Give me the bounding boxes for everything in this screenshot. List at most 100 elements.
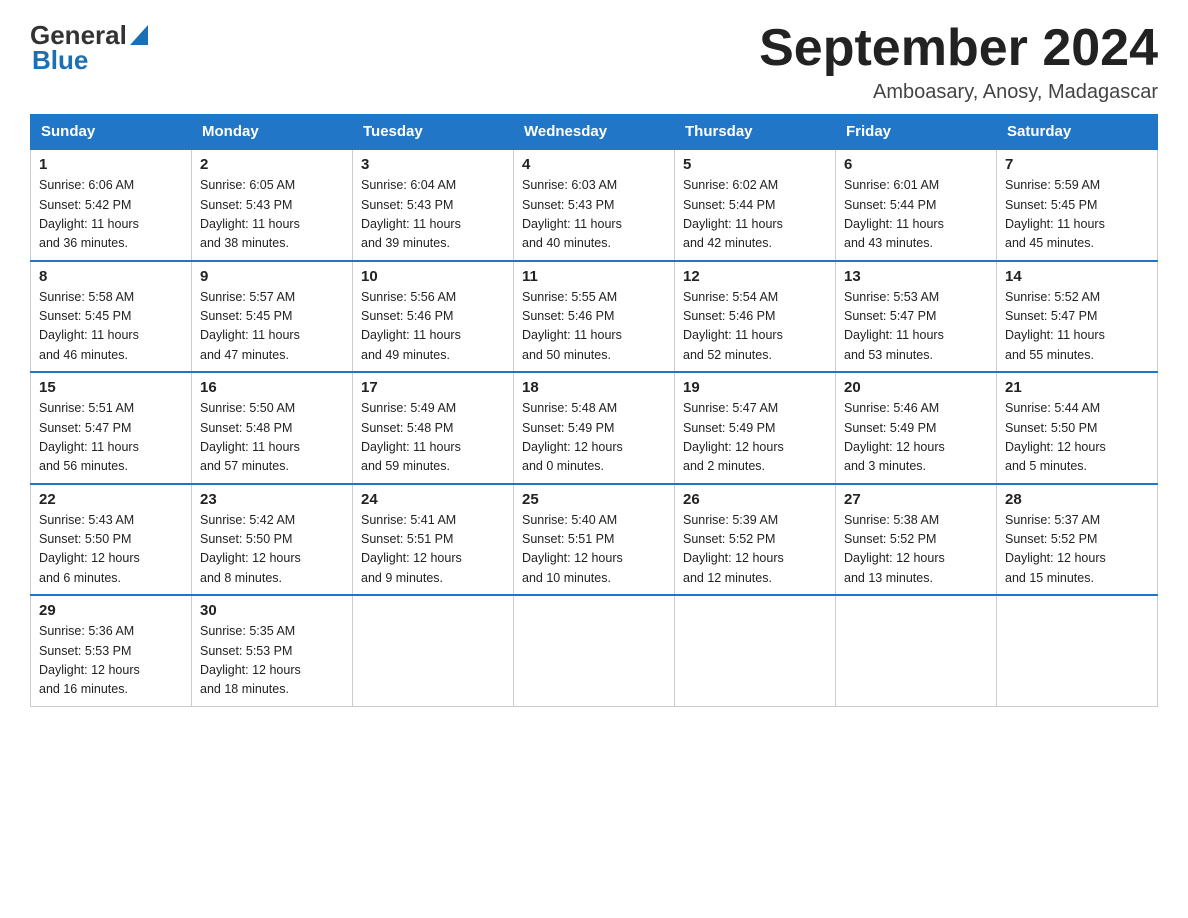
day-info: Sunrise: 6:02 AMSunset: 5:44 PMDaylight:… — [683, 178, 783, 250]
day-number: 8 — [39, 268, 183, 285]
day-number: 24 — [361, 491, 505, 508]
day-info: Sunrise: 5:40 AMSunset: 5:51 PMDaylight:… — [522, 513, 623, 585]
week-row-1: 1 Sunrise: 6:06 AMSunset: 5:42 PMDayligh… — [31, 149, 1158, 261]
calendar-cell: 8 Sunrise: 5:58 AMSunset: 5:45 PMDayligh… — [31, 261, 192, 373]
calendar-cell: 18 Sunrise: 5:48 AMSunset: 5:49 PMDaylig… — [514, 372, 675, 484]
day-info: Sunrise: 5:43 AMSunset: 5:50 PMDaylight:… — [39, 513, 140, 585]
calendar-header-row: Sunday Monday Tuesday Wednesday Thursday… — [31, 115, 1158, 150]
day-info: Sunrise: 5:52 AMSunset: 5:47 PMDaylight:… — [1005, 290, 1105, 362]
day-number: 14 — [1005, 268, 1149, 285]
week-row-5: 29 Sunrise: 5:36 AMSunset: 5:53 PMDaylig… — [31, 595, 1158, 706]
location-subtitle: Amboasary, Anosy, Madagascar — [759, 81, 1158, 104]
day-info: Sunrise: 6:04 AMSunset: 5:43 PMDaylight:… — [361, 178, 461, 250]
day-info: Sunrise: 5:56 AMSunset: 5:46 PMDaylight:… — [361, 290, 461, 362]
calendar-cell: 1 Sunrise: 6:06 AMSunset: 5:42 PMDayligh… — [31, 149, 192, 261]
calendar-table: Sunday Monday Tuesday Wednesday Thursday… — [30, 114, 1158, 707]
header-saturday: Saturday — [997, 115, 1158, 150]
calendar-cell: 3 Sunrise: 6:04 AMSunset: 5:43 PMDayligh… — [353, 149, 514, 261]
logo-blue-text: Blue — [32, 45, 88, 76]
calendar-cell: 12 Sunrise: 5:54 AMSunset: 5:46 PMDaylig… — [675, 261, 836, 373]
calendar-cell — [675, 595, 836, 706]
calendar-cell: 14 Sunrise: 5:52 AMSunset: 5:47 PMDaylig… — [997, 261, 1158, 373]
calendar-cell: 24 Sunrise: 5:41 AMSunset: 5:51 PMDaylig… — [353, 484, 514, 596]
day-number: 17 — [361, 379, 505, 396]
header-wednesday: Wednesday — [514, 115, 675, 150]
day-number: 18 — [522, 379, 666, 396]
calendar-cell: 15 Sunrise: 5:51 AMSunset: 5:47 PMDaylig… — [31, 372, 192, 484]
day-info: Sunrise: 5:49 AMSunset: 5:48 PMDaylight:… — [361, 401, 461, 473]
day-number: 25 — [522, 491, 666, 508]
day-number: 30 — [200, 602, 344, 619]
day-number: 29 — [39, 602, 183, 619]
day-info: Sunrise: 5:50 AMSunset: 5:48 PMDaylight:… — [200, 401, 300, 473]
day-info: Sunrise: 5:41 AMSunset: 5:51 PMDaylight:… — [361, 513, 462, 585]
day-number: 2 — [200, 156, 344, 173]
calendar-cell: 2 Sunrise: 6:05 AMSunset: 5:43 PMDayligh… — [192, 149, 353, 261]
header-tuesday: Tuesday — [353, 115, 514, 150]
day-number: 13 — [844, 268, 988, 285]
header-thursday: Thursday — [675, 115, 836, 150]
day-number: 7 — [1005, 156, 1149, 173]
day-number: 26 — [683, 491, 827, 508]
calendar-cell — [514, 595, 675, 706]
day-info: Sunrise: 5:47 AMSunset: 5:49 PMDaylight:… — [683, 401, 784, 473]
calendar-cell: 6 Sunrise: 6:01 AMSunset: 5:44 PMDayligh… — [836, 149, 997, 261]
header-sunday: Sunday — [31, 115, 192, 150]
calendar-cell: 11 Sunrise: 5:55 AMSunset: 5:46 PMDaylig… — [514, 261, 675, 373]
day-number: 9 — [200, 268, 344, 285]
week-row-2: 8 Sunrise: 5:58 AMSunset: 5:45 PMDayligh… — [31, 261, 1158, 373]
week-row-3: 15 Sunrise: 5:51 AMSunset: 5:47 PMDaylig… — [31, 372, 1158, 484]
calendar-cell: 26 Sunrise: 5:39 AMSunset: 5:52 PMDaylig… — [675, 484, 836, 596]
calendar-cell: 21 Sunrise: 5:44 AMSunset: 5:50 PMDaylig… — [997, 372, 1158, 484]
calendar-cell: 4 Sunrise: 6:03 AMSunset: 5:43 PMDayligh… — [514, 149, 675, 261]
calendar-cell: 30 Sunrise: 5:35 AMSunset: 5:53 PMDaylig… — [192, 595, 353, 706]
month-year-title: September 2024 — [759, 20, 1158, 77]
calendar-title-area: September 2024 Amboasary, Anosy, Madagas… — [759, 20, 1158, 104]
day-info: Sunrise: 6:03 AMSunset: 5:43 PMDaylight:… — [522, 178, 622, 250]
calendar-cell: 5 Sunrise: 6:02 AMSunset: 5:44 PMDayligh… — [675, 149, 836, 261]
day-info: Sunrise: 6:05 AMSunset: 5:43 PMDaylight:… — [200, 178, 300, 250]
day-info: Sunrise: 5:44 AMSunset: 5:50 PMDaylight:… — [1005, 401, 1106, 473]
calendar-cell: 10 Sunrise: 5:56 AMSunset: 5:46 PMDaylig… — [353, 261, 514, 373]
day-number: 23 — [200, 491, 344, 508]
day-info: Sunrise: 5:54 AMSunset: 5:46 PMDaylight:… — [683, 290, 783, 362]
page-header: General Blue September 2024 Amboasary, A… — [30, 20, 1158, 104]
day-number: 12 — [683, 268, 827, 285]
day-number: 6 — [844, 156, 988, 173]
calendar-cell: 22 Sunrise: 5:43 AMSunset: 5:50 PMDaylig… — [31, 484, 192, 596]
day-number: 4 — [522, 156, 666, 173]
day-number: 3 — [361, 156, 505, 173]
day-info: Sunrise: 5:51 AMSunset: 5:47 PMDaylight:… — [39, 401, 139, 473]
calendar-cell: 7 Sunrise: 5:59 AMSunset: 5:45 PMDayligh… — [997, 149, 1158, 261]
week-row-4: 22 Sunrise: 5:43 AMSunset: 5:50 PMDaylig… — [31, 484, 1158, 596]
day-info: Sunrise: 5:39 AMSunset: 5:52 PMDaylight:… — [683, 513, 784, 585]
day-number: 15 — [39, 379, 183, 396]
day-number: 19 — [683, 379, 827, 396]
header-friday: Friday — [836, 115, 997, 150]
calendar-cell: 13 Sunrise: 5:53 AMSunset: 5:47 PMDaylig… — [836, 261, 997, 373]
calendar-cell: 16 Sunrise: 5:50 AMSunset: 5:48 PMDaylig… — [192, 372, 353, 484]
day-info: Sunrise: 6:01 AMSunset: 5:44 PMDaylight:… — [844, 178, 944, 250]
day-info: Sunrise: 6:06 AMSunset: 5:42 PMDaylight:… — [39, 178, 139, 250]
calendar-cell — [353, 595, 514, 706]
calendar-cell: 9 Sunrise: 5:57 AMSunset: 5:45 PMDayligh… — [192, 261, 353, 373]
day-info: Sunrise: 5:35 AMSunset: 5:53 PMDaylight:… — [200, 624, 301, 696]
day-number: 10 — [361, 268, 505, 285]
day-info: Sunrise: 5:37 AMSunset: 5:52 PMDaylight:… — [1005, 513, 1106, 585]
day-info: Sunrise: 5:36 AMSunset: 5:53 PMDaylight:… — [39, 624, 140, 696]
day-number: 27 — [844, 491, 988, 508]
calendar-cell: 19 Sunrise: 5:47 AMSunset: 5:49 PMDaylig… — [675, 372, 836, 484]
day-info: Sunrise: 5:46 AMSunset: 5:49 PMDaylight:… — [844, 401, 945, 473]
day-info: Sunrise: 5:57 AMSunset: 5:45 PMDaylight:… — [200, 290, 300, 362]
day-info: Sunrise: 5:48 AMSunset: 5:49 PMDaylight:… — [522, 401, 623, 473]
header-monday: Monday — [192, 115, 353, 150]
calendar-cell: 20 Sunrise: 5:46 AMSunset: 5:49 PMDaylig… — [836, 372, 997, 484]
day-number: 5 — [683, 156, 827, 173]
day-number: 11 — [522, 268, 666, 285]
calendar-cell — [836, 595, 997, 706]
calendar-cell: 17 Sunrise: 5:49 AMSunset: 5:48 PMDaylig… — [353, 372, 514, 484]
calendar-cell: 23 Sunrise: 5:42 AMSunset: 5:50 PMDaylig… — [192, 484, 353, 596]
calendar-cell — [997, 595, 1158, 706]
day-info: Sunrise: 5:55 AMSunset: 5:46 PMDaylight:… — [522, 290, 622, 362]
logo: General Blue — [30, 20, 148, 76]
